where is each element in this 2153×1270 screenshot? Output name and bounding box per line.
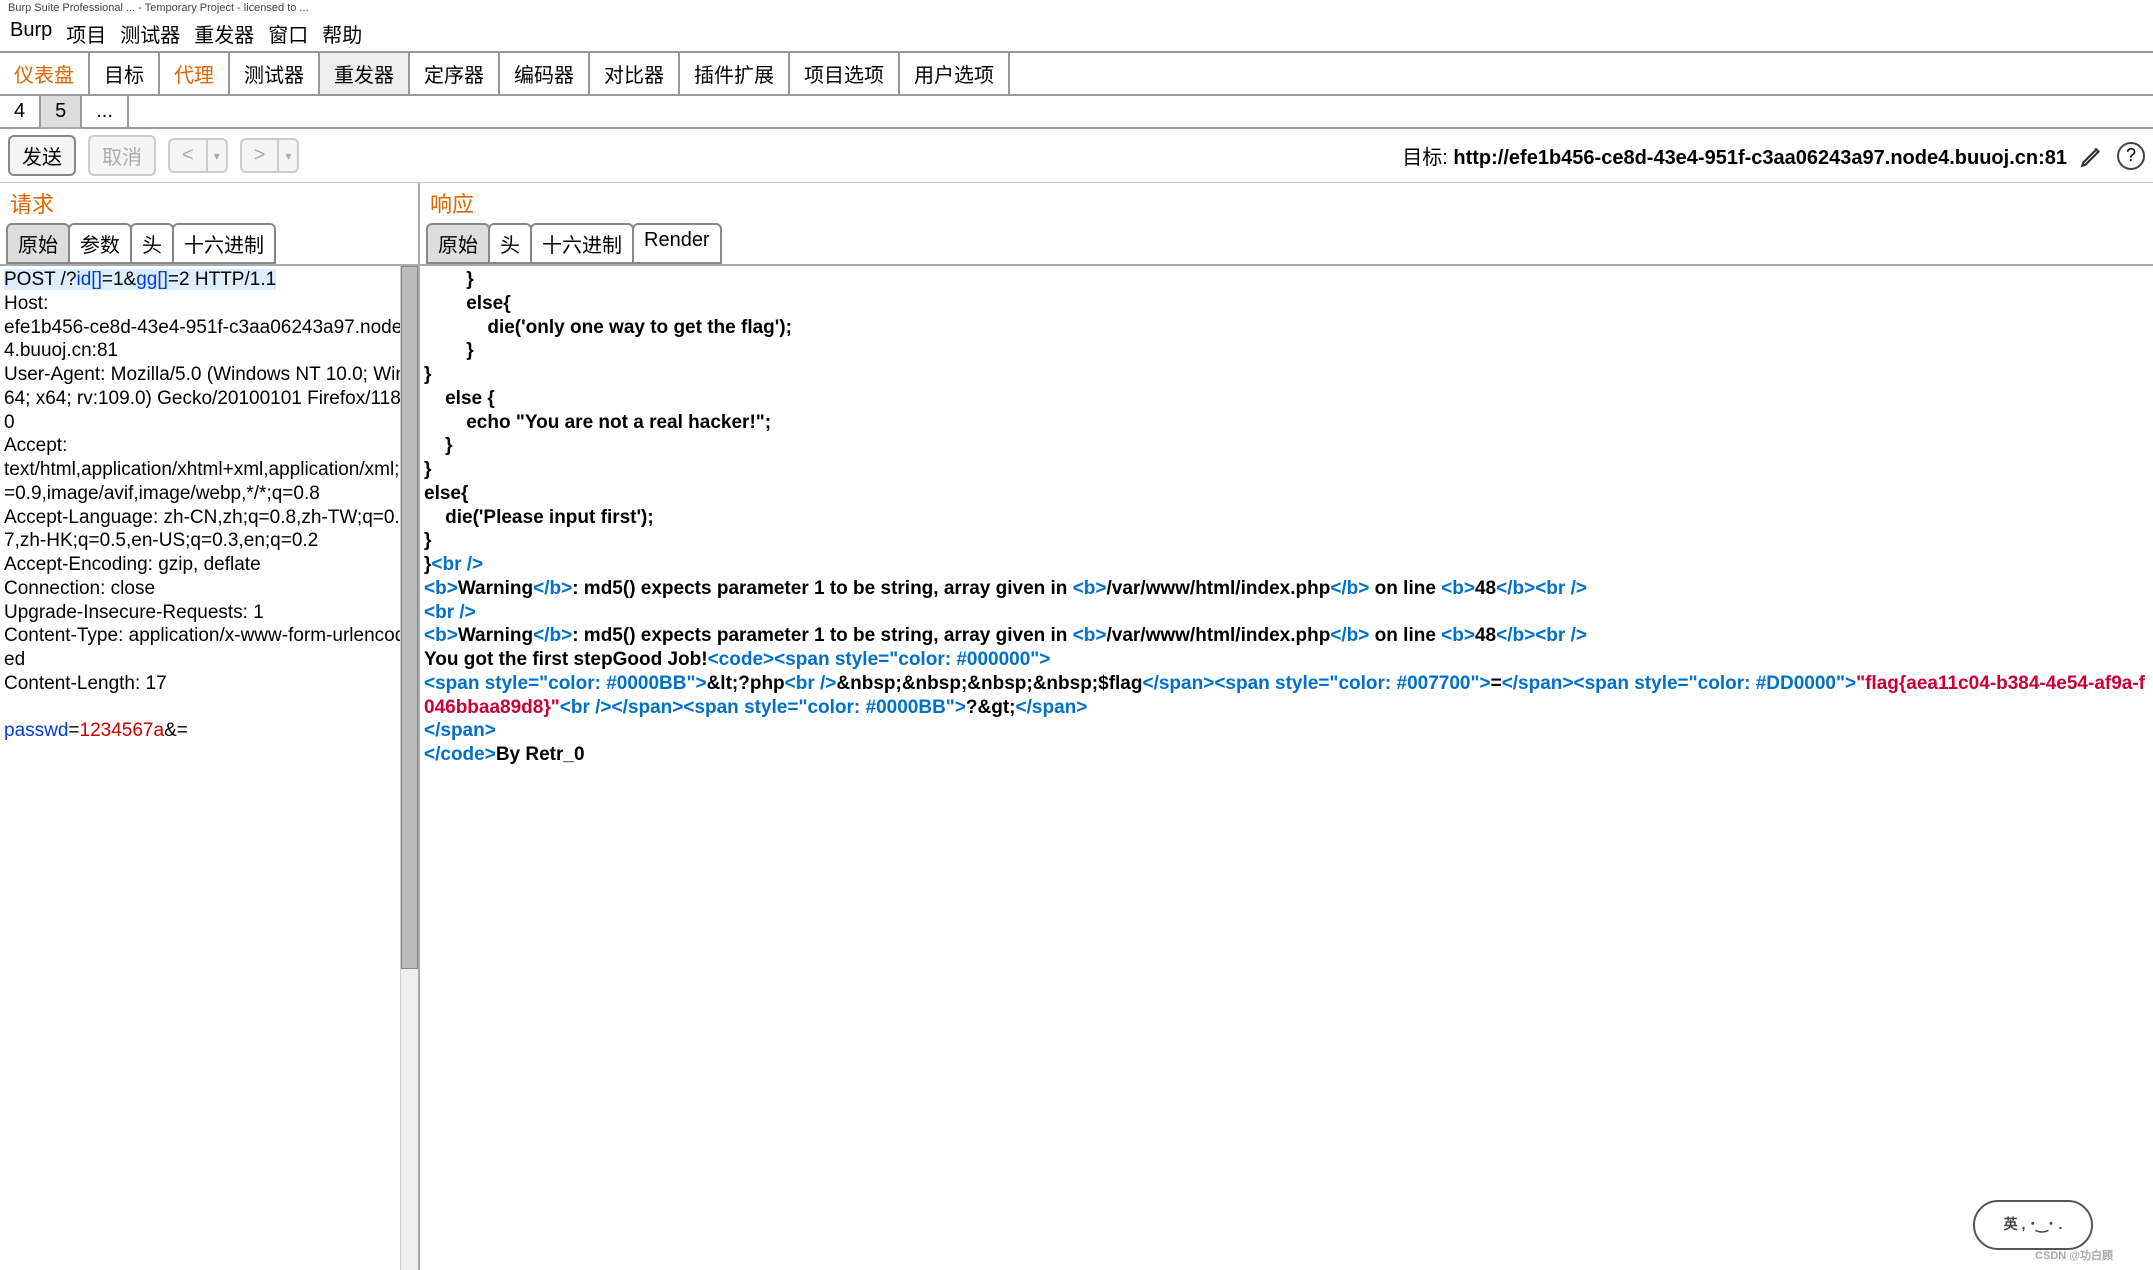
- tab-projectopt[interactable]: 项目选项: [790, 53, 900, 94]
- next-button[interactable]: >: [240, 138, 278, 173]
- target-display: 目标: http://efe1b456-ce8d-43e4-951f-c3aa0…: [1402, 141, 2067, 170]
- menu-window[interactable]: 窗口: [262, 18, 314, 49]
- request-tab-hex[interactable]: 十六进制: [172, 223, 276, 264]
- subtab-4[interactable]: 4: [0, 96, 41, 127]
- tab-target[interactable]: 目标: [90, 53, 160, 94]
- toolbar: 发送 取消 < ▾ > ▾ 目标: http://efe1b456-ce8d-4…: [0, 129, 2153, 183]
- response-tab-render[interactable]: Render: [632, 223, 722, 264]
- tab-sequencer[interactable]: 定序器: [410, 53, 500, 94]
- menu-tester[interactable]: 测试器: [114, 18, 186, 49]
- title-bar: Burp Suite Professional ... - Temporary …: [0, 0, 2153, 16]
- edit-target-icon[interactable]: [2079, 143, 2105, 169]
- cancel-button[interactable]: 取消: [88, 135, 156, 176]
- request-scrollbar[interactable]: [400, 266, 418, 1270]
- target-url: http://efe1b456-ce8d-43e4-951f-c3aa06243…: [1453, 147, 2067, 169]
- tab-dashboard[interactable]: 仪表盘: [0, 53, 90, 94]
- send-button[interactable]: 发送: [8, 135, 76, 176]
- response-tab-headers[interactable]: 头: [488, 223, 532, 264]
- response-tab-raw[interactable]: 原始: [426, 223, 490, 264]
- request-view-tabs: 原始 参数 头 十六进制: [0, 223, 418, 264]
- response-tab-hex[interactable]: 十六进制: [530, 223, 634, 264]
- tab-proxy[interactable]: 代理: [160, 53, 230, 94]
- help-icon[interactable]: ?: [2117, 142, 2145, 170]
- split-pane: 请求 原始 参数 头 十六进制 POST /?id[]=1&gg[]=2 HTT…: [0, 183, 2153, 1270]
- tab-repeater[interactable]: 重发器: [320, 53, 410, 94]
- tab-tester[interactable]: 测试器: [230, 53, 320, 94]
- tab-useropt[interactable]: 用户选项: [900, 53, 1010, 94]
- prev-dropdown[interactable]: ▾: [206, 138, 228, 173]
- request-tab-raw[interactable]: 原始: [6, 223, 70, 264]
- response-view-tabs: 原始 头 十六进制 Render: [420, 223, 2153, 264]
- mascot-widget[interactable]: 英 , ･‿･ .: [1973, 1200, 2093, 1250]
- request-title: 请求: [0, 183, 418, 223]
- next-dropdown[interactable]: ▾: [277, 138, 299, 173]
- request-tab-params[interactable]: 参数: [68, 223, 132, 264]
- menu-burp[interactable]: Burp: [4, 18, 58, 49]
- prev-button[interactable]: <: [168, 138, 206, 173]
- request-content[interactable]: POST /?id[]=1&gg[]=2 HTTP/1.1 Host: efe1…: [0, 264, 418, 1270]
- menu-project[interactable]: 项目: [60, 18, 112, 49]
- tab-comparer[interactable]: 对比器: [590, 53, 680, 94]
- request-tab-headers[interactable]: 头: [130, 223, 174, 264]
- tab-decoder[interactable]: 编码器: [500, 53, 590, 94]
- watermark: CSDN @功白顾: [2035, 1250, 2113, 1264]
- repeater-sub-tabs: 4 5 ...: [0, 96, 2153, 129]
- menu-repeater[interactable]: 重发器: [188, 18, 260, 49]
- response-title: 响应: [420, 183, 2153, 223]
- response-content[interactable]: } else{ die('only one way to get the fla…: [420, 264, 2153, 1270]
- subtab-5[interactable]: 5: [41, 96, 82, 129]
- subtab-more[interactable]: ...: [82, 96, 129, 127]
- menu-bar: Burp 项目 测试器 重发器 窗口 帮助: [0, 16, 2153, 51]
- main-tabs: 仪表盘 目标 代理 测试器 重发器 定序器 编码器 对比器 插件扩展 项目选项 …: [0, 51, 2153, 96]
- menu-help[interactable]: 帮助: [316, 18, 368, 49]
- history-next-group: > ▾: [240, 138, 300, 173]
- history-prev-group: < ▾: [168, 138, 228, 173]
- request-pane: 请求 原始 参数 头 十六进制 POST /?id[]=1&gg[]=2 HTT…: [0, 183, 420, 1270]
- response-pane: 响应 原始 头 十六进制 Render } else{ die('only on…: [420, 183, 2153, 1270]
- tab-extender[interactable]: 插件扩展: [680, 53, 790, 94]
